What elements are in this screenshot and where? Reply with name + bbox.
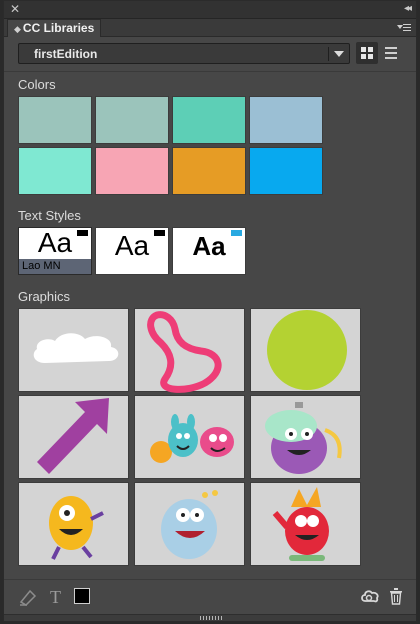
color-swatch[interactable] [172,147,246,195]
tab-label: CC Libraries [22,21,95,35]
grid-view-button[interactable] [356,42,378,64]
tab-cc-libraries[interactable]: ◆ CC Libraries [7,19,101,37]
purple-monster-graphic [265,402,342,474]
library-dropdown[interactable]: firstEdition [18,43,350,64]
graphic-thumb-yellow-monster[interactable] [18,482,129,566]
graphic-thumb-monsters[interactable] [134,395,245,479]
divider [4,71,416,72]
graphic-thumb-arrow[interactable] [18,395,129,479]
green-circle-graphic [267,310,347,390]
resize-grip[interactable] [200,616,222,620]
color-swatch[interactable] [18,96,92,144]
collapse-panel-icon[interactable]: ◂◂ [404,3,412,15]
style-corner-marker [154,230,165,236]
grid-icon [361,47,373,59]
text-style-item[interactable]: Aa Lao MN [18,227,92,275]
svg-text:T: T [50,587,61,605]
text-style-item[interactable]: Aa [95,227,169,275]
colors-heading: Colors [18,77,56,92]
cloud-graphic [33,333,119,363]
add-fill-icon[interactable] [74,588,90,604]
color-swatch[interactable] [95,96,169,144]
style-corner-marker [77,230,88,236]
chevron-down-icon[interactable] [334,51,344,57]
blue-monster-graphic [161,490,218,559]
panel-menu-icon[interactable] [397,22,411,34]
graphics-heading: Graphics [18,289,71,304]
cc-libraries-panel: ✕ ◂◂ ◆CC Libraries firstEdition Colors [3,0,417,622]
add-text-style-icon[interactable]: T [48,587,66,605]
library-name: firstEdition [34,47,98,61]
diamond-icon: ◆ [14,24,21,34]
add-color-icon[interactable] [18,588,38,606]
color-swatch[interactable] [18,147,92,195]
creative-cloud-icon[interactable] [360,587,380,605]
pink-loop-graphic [147,311,222,393]
yellow-monster-graphic [49,496,104,560]
text-style-item[interactable]: Aa [172,227,246,275]
graphic-thumb-red-monster[interactable] [250,482,361,566]
text-style-caption: Lao MN [19,259,91,274]
list-icon [385,47,397,59]
color-swatch[interactable] [249,147,323,195]
graphic-thumb-loop[interactable] [134,308,245,393]
graphic-thumb-purple-monster[interactable] [250,395,361,479]
color-swatch[interactable] [95,147,169,195]
list-view-button[interactable] [380,42,402,64]
monster-group-graphic [150,414,234,463]
graphic-thumb-blue-monster[interactable] [134,482,245,566]
panel-tab-row: ◆ CC Libraries [4,19,416,37]
panel-footer: T [4,579,416,621]
color-swatch[interactable] [249,96,323,144]
trash-icon[interactable] [388,586,404,606]
graphic-thumb-circle[interactable] [250,308,361,392]
color-swatch[interactable] [172,96,246,144]
close-icon[interactable]: ✕ [10,2,20,16]
style-corner-marker [231,230,242,236]
purple-arrow-graphic [37,398,109,474]
graphic-thumb-cloud[interactable] [18,308,129,392]
red-monster-graphic [272,487,329,561]
panel-titlebar: ✕ ◂◂ [4,1,416,19]
text-styles-heading: Text Styles [18,208,81,223]
